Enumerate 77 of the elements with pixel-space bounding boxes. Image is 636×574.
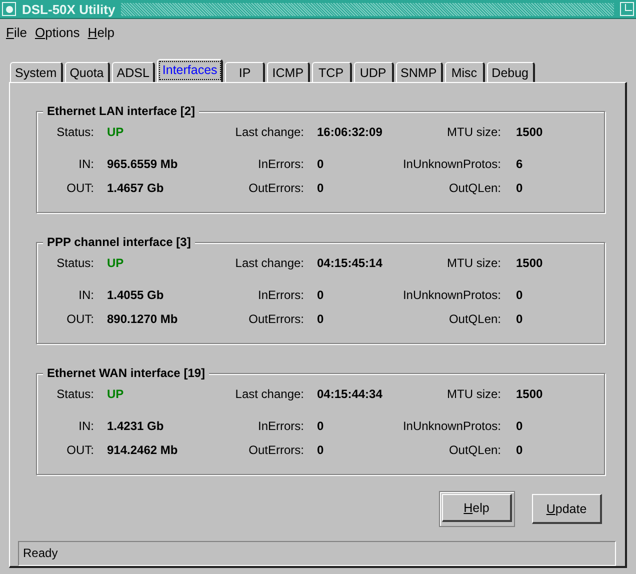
field-value: 914.2462 Mb [107,443,179,459]
field-label: Last change: [234,387,305,403]
field-value: 6 [516,157,524,173]
field-label: Status: [56,387,95,403]
tab[interactable]: TCP [312,62,352,82]
field-value: 0 [317,419,325,435]
field-label: OutQLen: [448,312,502,328]
field-value: 04:15:44:34 [317,387,384,403]
field-label: InErrors: [256,288,305,304]
field-value: 1500 [516,256,544,272]
window-title: DSL-50X Utility [22,2,116,16]
field-label: OUT: [66,443,95,459]
field-label: Status: [56,256,95,272]
tab[interactable]: Misc [444,62,485,82]
tab[interactable]: Interfaces [157,59,224,82]
menu-item[interactable]: File [6,25,27,45]
status-value: UP [107,387,125,403]
field-label: Status: [56,125,95,141]
group-title: PPP channel interface [3] [43,235,195,249]
field-label: IN: [78,288,95,304]
field-label: IN: [78,419,95,435]
field-label: OUT: [66,312,95,328]
field-label: OutQLen: [448,443,502,459]
group-title: Ethernet LAN interface [2] [43,104,200,118]
field-label: InErrors: [256,157,305,173]
field-value: 0 [317,443,325,459]
push-button[interactable]: Update [532,494,602,524]
field-value: 0 [317,157,325,173]
tab[interactable]: Debug [486,62,535,82]
tab[interactable]: Quota [64,62,110,82]
field-value: 965.6559 Mb [107,157,179,173]
field-value: 890.1270 Mb [107,312,179,328]
field-value: 1.4231 Gb [107,419,165,435]
field-value: 0 [516,312,524,328]
field-label: Last change: [234,125,305,141]
field-value: 0 [516,288,524,304]
field-label: InErrors: [256,419,305,435]
field-label: OutErrors: [248,181,305,197]
field-label: OutErrors: [248,443,305,459]
tab[interactable]: ICMP [267,62,310,82]
group-title: Ethernet WAN interface [19] [43,366,210,380]
field-label: Last change: [234,256,305,272]
status-bar: Ready [18,541,616,566]
status-value: UP [107,125,125,141]
field-label: OutQLen: [448,181,502,197]
tab[interactable]: SNMP [396,62,443,82]
maximize-icon[interactable] [620,2,634,16]
field-label: OUT: [66,181,95,197]
tab[interactable]: ADSL [112,62,156,82]
field-label: InUnknownProtos: [402,419,502,435]
menu-item[interactable]: Options [34,25,80,45]
field-label: MTU size: [446,387,502,403]
field-value: 1500 [516,387,544,403]
field-value: 04:15:45:14 [317,256,384,272]
field-value: 1500 [516,125,544,141]
field-label: MTU size: [446,125,502,141]
field-label: IN: [78,157,95,173]
field-value: 0 [516,443,524,459]
field-value: 1.4055 Gb [107,288,165,304]
field-label: InUnknownProtos: [402,288,502,304]
tab[interactable]: IP [225,62,266,82]
field-value: 0 [516,181,524,197]
tab[interactable]: System [10,62,63,82]
field-value: 0 [317,181,325,197]
field-value: 0 [317,312,325,328]
status-value: UP [107,256,125,272]
field-value: 0 [516,419,524,435]
field-value: 0 [317,288,325,304]
push-button[interactable]: Help [442,494,512,522]
field-label: MTU size: [446,256,502,272]
tab[interactable]: UDP [354,62,394,82]
field-label: InUnknownProtos: [402,157,502,173]
menu-item[interactable]: Help [88,25,115,45]
window-menu-icon[interactable] [2,2,16,16]
field-value: 16:06:32:09 [317,125,384,141]
field-label: OutErrors: [248,312,305,328]
field-value: 1.4657 Gb [107,181,165,197]
